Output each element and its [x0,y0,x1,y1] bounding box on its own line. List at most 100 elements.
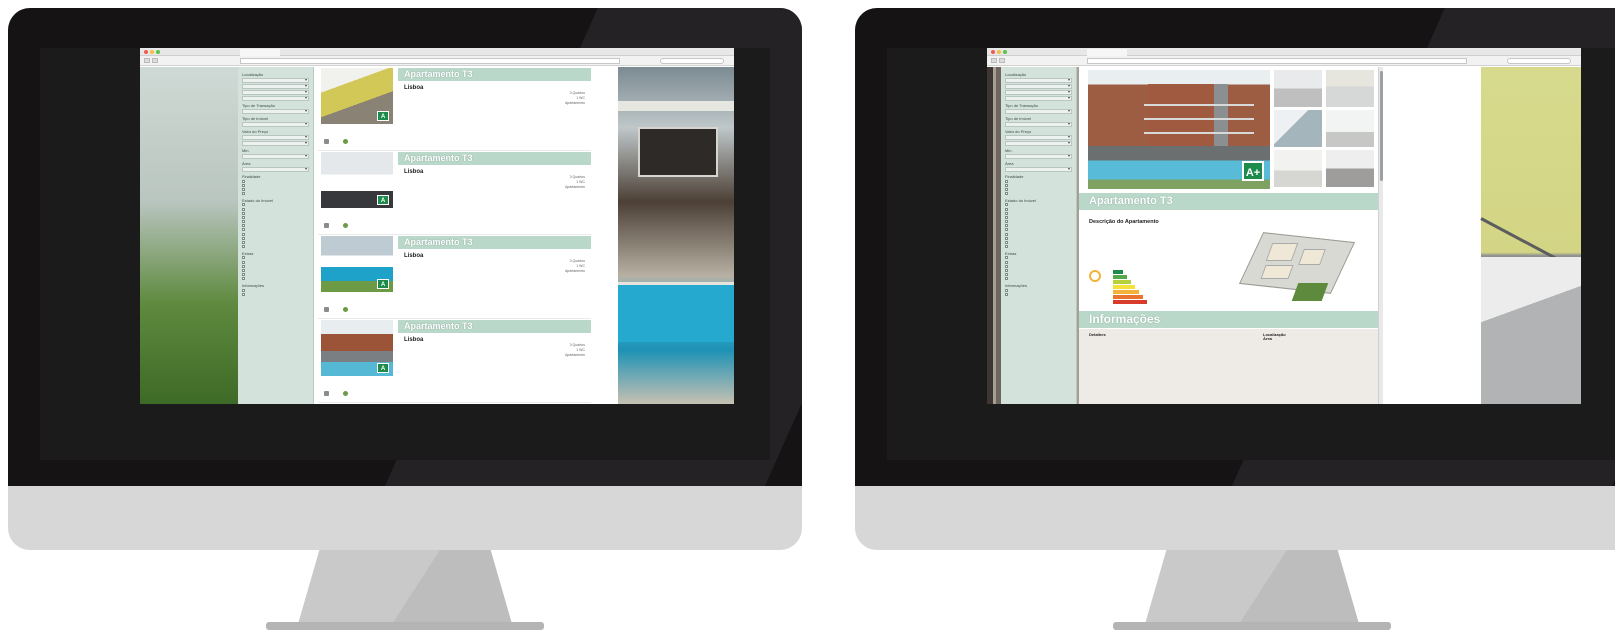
listing-card[interactable]: A Apartamento T3 Lisboa 3 Quartos 1 WC Aparta… [318,151,591,235]
address-bar[interactable] [1087,58,1467,64]
listing-card[interactable]: A Apartamento T3 Lisboa 3 Quartos 1 WC Aparta… [318,235,591,319]
checkbox-icon[interactable] [242,273,245,277]
checkbox-icon[interactable] [1005,277,1008,281]
scrollbar-thumb[interactable] [1380,71,1383,181]
filter-select[interactable] [1005,90,1072,95]
checkbox-icon[interactable] [242,268,245,272]
browser-tab[interactable] [1087,49,1127,56]
filter-checkbox[interactable] [1005,292,1072,296]
thumbnail[interactable] [1326,150,1374,187]
checkbox-icon[interactable] [242,288,245,292]
checkbox-icon[interactable] [242,187,245,191]
filter-checkbox[interactable] [242,277,309,281]
checkbox-icon[interactable] [242,215,245,219]
checkbox-icon[interactable] [242,179,245,183]
checkbox-icon[interactable] [1005,179,1008,183]
minimize-window-button[interactable] [150,50,154,54]
checkbox-icon[interactable] [1005,215,1008,219]
listing-photo[interactable]: A [321,320,393,376]
checkbox-icon[interactable] [1005,192,1008,196]
checkbox-icon[interactable] [1005,245,1008,249]
listing-title[interactable]: Apartamento T3 [398,152,591,165]
filter-select[interactable] [242,167,309,172]
checkbox-icon[interactable] [1005,241,1008,245]
close-window-button[interactable] [991,50,995,54]
filter-select[interactable] [242,109,309,114]
checkbox-icon[interactable] [1005,256,1008,260]
filter-select[interactable] [242,135,309,140]
filter-select[interactable] [242,78,309,83]
filter-select[interactable] [242,90,309,95]
thumbnail[interactable] [1274,110,1322,147]
checkbox-icon[interactable] [1005,264,1008,268]
back-button[interactable] [144,58,150,63]
checkbox-icon[interactable] [242,207,245,211]
checkbox-icon[interactable] [242,241,245,245]
filter-select[interactable] [1005,78,1072,83]
checkbox-icon[interactable] [242,260,245,264]
contact-link[interactable] [343,223,350,228]
print-link[interactable] [324,391,331,396]
listing-title[interactable]: Apartamento T3 [398,68,591,81]
print-link[interactable] [324,223,331,228]
listing-photo[interactable]: A [321,68,393,124]
checkbox-icon[interactable] [1005,207,1008,211]
floor-plan-3d[interactable] [1229,225,1369,305]
back-button[interactable] [991,58,997,63]
thumbnail[interactable] [1326,70,1374,107]
maximize-window-button[interactable] [1003,50,1007,54]
thumbnail[interactable] [1274,150,1322,187]
filter-select[interactable] [1005,84,1072,89]
thumbnail[interactable] [1274,70,1322,107]
checkbox-icon[interactable] [1005,224,1008,228]
filter-checkbox[interactable] [242,192,309,196]
checkbox-icon[interactable] [242,192,245,196]
listing-photo[interactable]: A [321,152,393,208]
thumbnail[interactable] [1326,110,1374,147]
filter-select[interactable] [1005,96,1072,101]
page-scrollbar[interactable] [1378,67,1383,404]
print-link[interactable] [324,307,331,312]
filter-select[interactable] [242,122,309,127]
checkbox-icon[interactable] [242,277,245,281]
checkbox-icon[interactable] [1005,236,1008,240]
checkbox-icon[interactable] [1005,232,1008,236]
filter-checkbox[interactable] [1005,192,1072,196]
filter-checkbox[interactable] [1005,245,1072,249]
forward-button[interactable] [152,58,158,63]
minimize-window-button[interactable] [997,50,1001,54]
checkbox-icon[interactable] [242,220,245,224]
print-link[interactable] [324,139,331,144]
filter-select[interactable] [1005,135,1072,140]
main-property-photo[interactable]: A+ [1088,70,1270,189]
search-input[interactable] [660,58,724,64]
filter-select[interactable] [242,141,309,146]
filter-select[interactable] [242,96,309,101]
checkbox-icon[interactable] [242,292,245,296]
checkbox-icon[interactable] [242,211,245,215]
forward-button[interactable] [999,58,1005,63]
checkbox-icon[interactable] [1005,220,1008,224]
checkbox-icon[interactable] [1005,288,1008,292]
filter-select[interactable] [1005,109,1072,114]
listing-card[interactable]: A Apartamento T3 Lisboa 3 Quartos 1 WC Aparta… [318,67,591,151]
search-input[interactable] [1507,58,1571,64]
checkbox-icon[interactable] [1005,268,1008,272]
checkbox-icon[interactable] [242,245,245,249]
filter-checkbox[interactable] [242,292,309,296]
checkbox-icon[interactable] [1005,211,1008,215]
filter-checkbox[interactable] [1005,277,1072,281]
checkbox-icon[interactable] [242,232,245,236]
checkbox-icon[interactable] [1005,260,1008,264]
checkbox-icon[interactable] [242,224,245,228]
close-window-button[interactable] [144,50,148,54]
filter-select[interactable] [1005,122,1072,127]
checkbox-icon[interactable] [242,264,245,268]
contact-link[interactable] [343,139,350,144]
checkbox-icon[interactable] [1005,273,1008,277]
checkbox-icon[interactable] [1005,228,1008,232]
checkbox-icon[interactable] [242,256,245,260]
checkbox-icon[interactable] [242,203,245,207]
address-bar[interactable] [240,58,620,64]
contact-link[interactable] [343,307,350,312]
